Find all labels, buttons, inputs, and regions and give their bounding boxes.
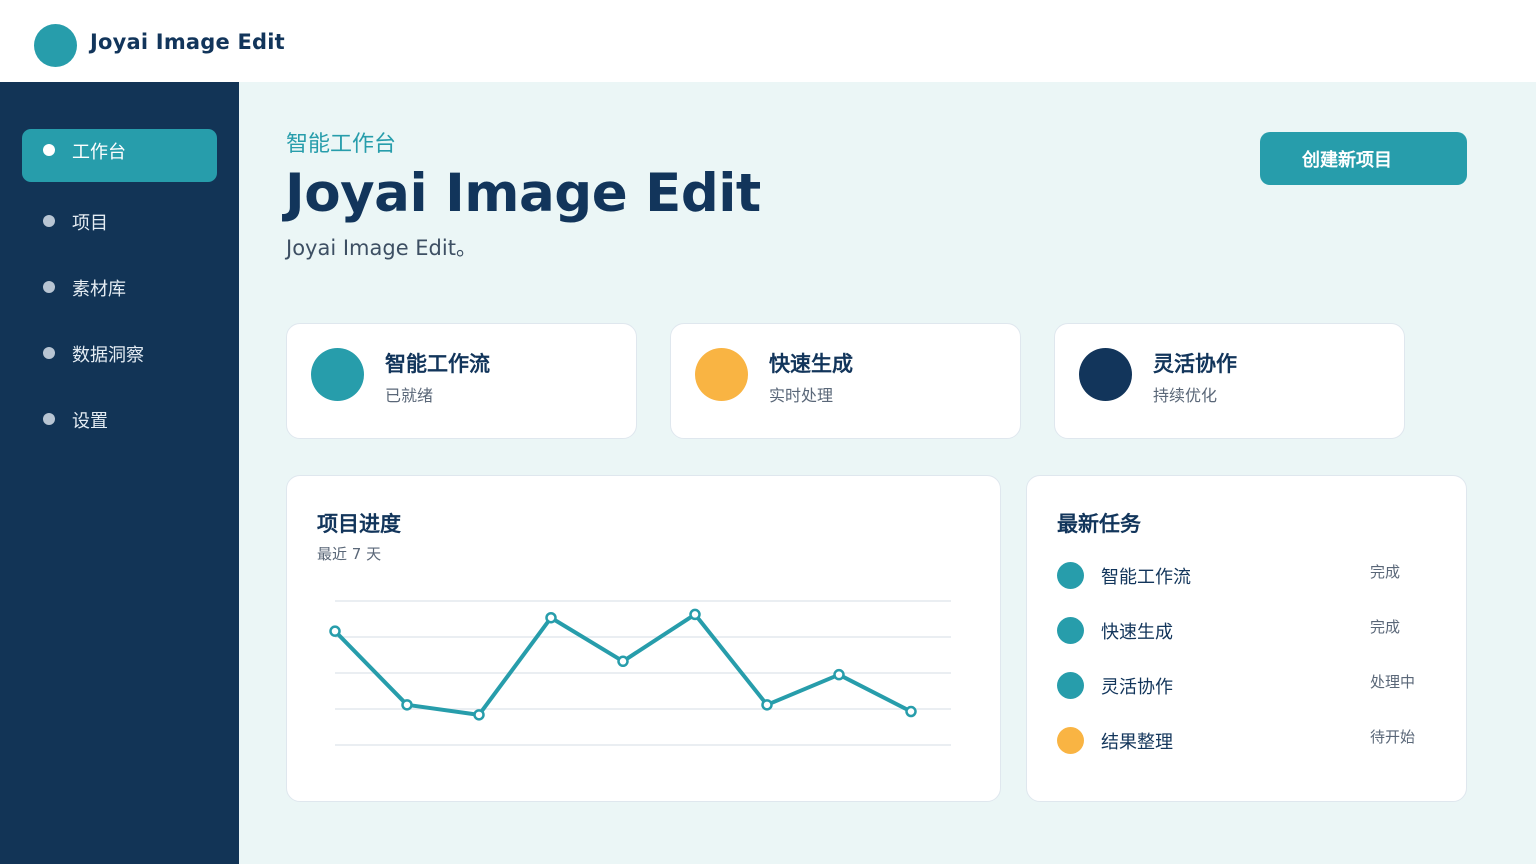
feature-dot-icon <box>1079 348 1132 401</box>
chart-point[interactable] <box>617 655 629 668</box>
chart-point[interactable] <box>545 611 557 624</box>
bullet-icon <box>43 413 55 425</box>
chart-point[interactable] <box>833 668 845 681</box>
page-title: Joyai Image Edit <box>285 163 761 224</box>
feature-dot-icon <box>695 348 748 401</box>
feature-subtitle: 持续优化 <box>1153 386 1218 405</box>
tasks-panel: 最新任务 智能工作流 完成 快速生成 完成 灵活协作 处理中 结果整理 待开始 <box>1026 475 1467 802</box>
sidebar: 工作台 项目 素材库 数据洞察 设置 <box>0 82 239 864</box>
top-bar: Joyai Image Edit <box>0 0 1536 82</box>
sidebar-item-label: 素材库 <box>72 279 126 300</box>
task-status: 待开始 <box>1370 728 1416 746</box>
create-project-button[interactable]: 创建新项目 <box>1260 132 1467 185</box>
feature-subtitle: 已就绪 <box>385 386 434 405</box>
task-name: 快速生成 <box>1101 622 1173 643</box>
sidebar-item-projects[interactable]: 项目 <box>22 195 217 248</box>
task-status: 完成 <box>1370 563 1401 581</box>
page-description: Joyai Image Edit。 <box>286 236 477 260</box>
sidebar-item-settings[interactable]: 设置 <box>22 393 217 446</box>
sidebar-item-label: 设置 <box>72 411 108 432</box>
app-title: Joyai Image Edit <box>90 30 285 54</box>
status-dot-icon <box>1057 727 1084 754</box>
bullet-icon <box>43 215 55 227</box>
task-row[interactable]: 灵活协作 处理中 <box>1057 670 1437 700</box>
task-name: 灵活协作 <box>1101 677 1173 698</box>
task-status: 处理中 <box>1370 673 1416 691</box>
feature-subtitle: 实时处理 <box>769 386 834 405</box>
sidebar-item-label: 项目 <box>72 213 108 234</box>
status-dot-icon <box>1057 617 1084 644</box>
task-name: 智能工作流 <box>1101 567 1191 588</box>
panel-title: 项目进度 <box>317 512 401 536</box>
feature-card-generation[interactable]: 快速生成 实时处理 <box>670 323 1021 439</box>
task-status: 完成 <box>1370 618 1401 636</box>
chart-point[interactable] <box>905 705 917 718</box>
chart-point[interactable] <box>329 625 341 637</box>
sidebar-item-insights[interactable]: 数据洞察 <box>22 327 217 380</box>
panel-title: 最新任务 <box>1057 512 1141 536</box>
feature-title: 快速生成 <box>769 352 853 376</box>
logo-icon <box>34 24 77 67</box>
progress-panel: 项目进度 最近 7 天 <box>286 475 1001 802</box>
sidebar-item-workbench[interactable]: 工作台 <box>22 129 217 182</box>
bullet-icon <box>43 347 55 359</box>
chart-point[interactable] <box>689 608 701 621</box>
bullet-icon <box>43 144 55 156</box>
feature-title: 灵活协作 <box>1153 352 1237 376</box>
feature-card-workflow[interactable]: 智能工作流 已就绪 <box>286 323 637 439</box>
sidebar-item-assets[interactable]: 素材库 <box>22 261 217 314</box>
page-eyebrow: 智能工作台 <box>286 132 397 157</box>
task-row[interactable]: 结果整理 待开始 <box>1057 725 1437 755</box>
bullet-icon <box>43 281 55 293</box>
feature-card-collaboration[interactable]: 灵活协作 持续优化 <box>1054 323 1405 439</box>
status-dot-icon <box>1057 562 1084 589</box>
chart-point[interactable] <box>761 699 773 711</box>
panel-subtitle: 最近 7 天 <box>317 545 382 563</box>
feature-dot-icon <box>311 348 364 401</box>
task-name: 结果整理 <box>1101 732 1173 753</box>
feature-title: 智能工作流 <box>385 352 490 376</box>
sidebar-item-label: 数据洞察 <box>72 345 144 366</box>
task-row[interactable]: 快速生成 完成 <box>1057 615 1437 645</box>
status-dot-icon <box>1057 672 1084 699</box>
sidebar-item-label: 工作台 <box>72 142 126 163</box>
chart-point[interactable] <box>401 699 413 711</box>
task-row[interactable]: 智能工作流 完成 <box>1057 560 1437 590</box>
chart-point[interactable] <box>473 709 485 721</box>
